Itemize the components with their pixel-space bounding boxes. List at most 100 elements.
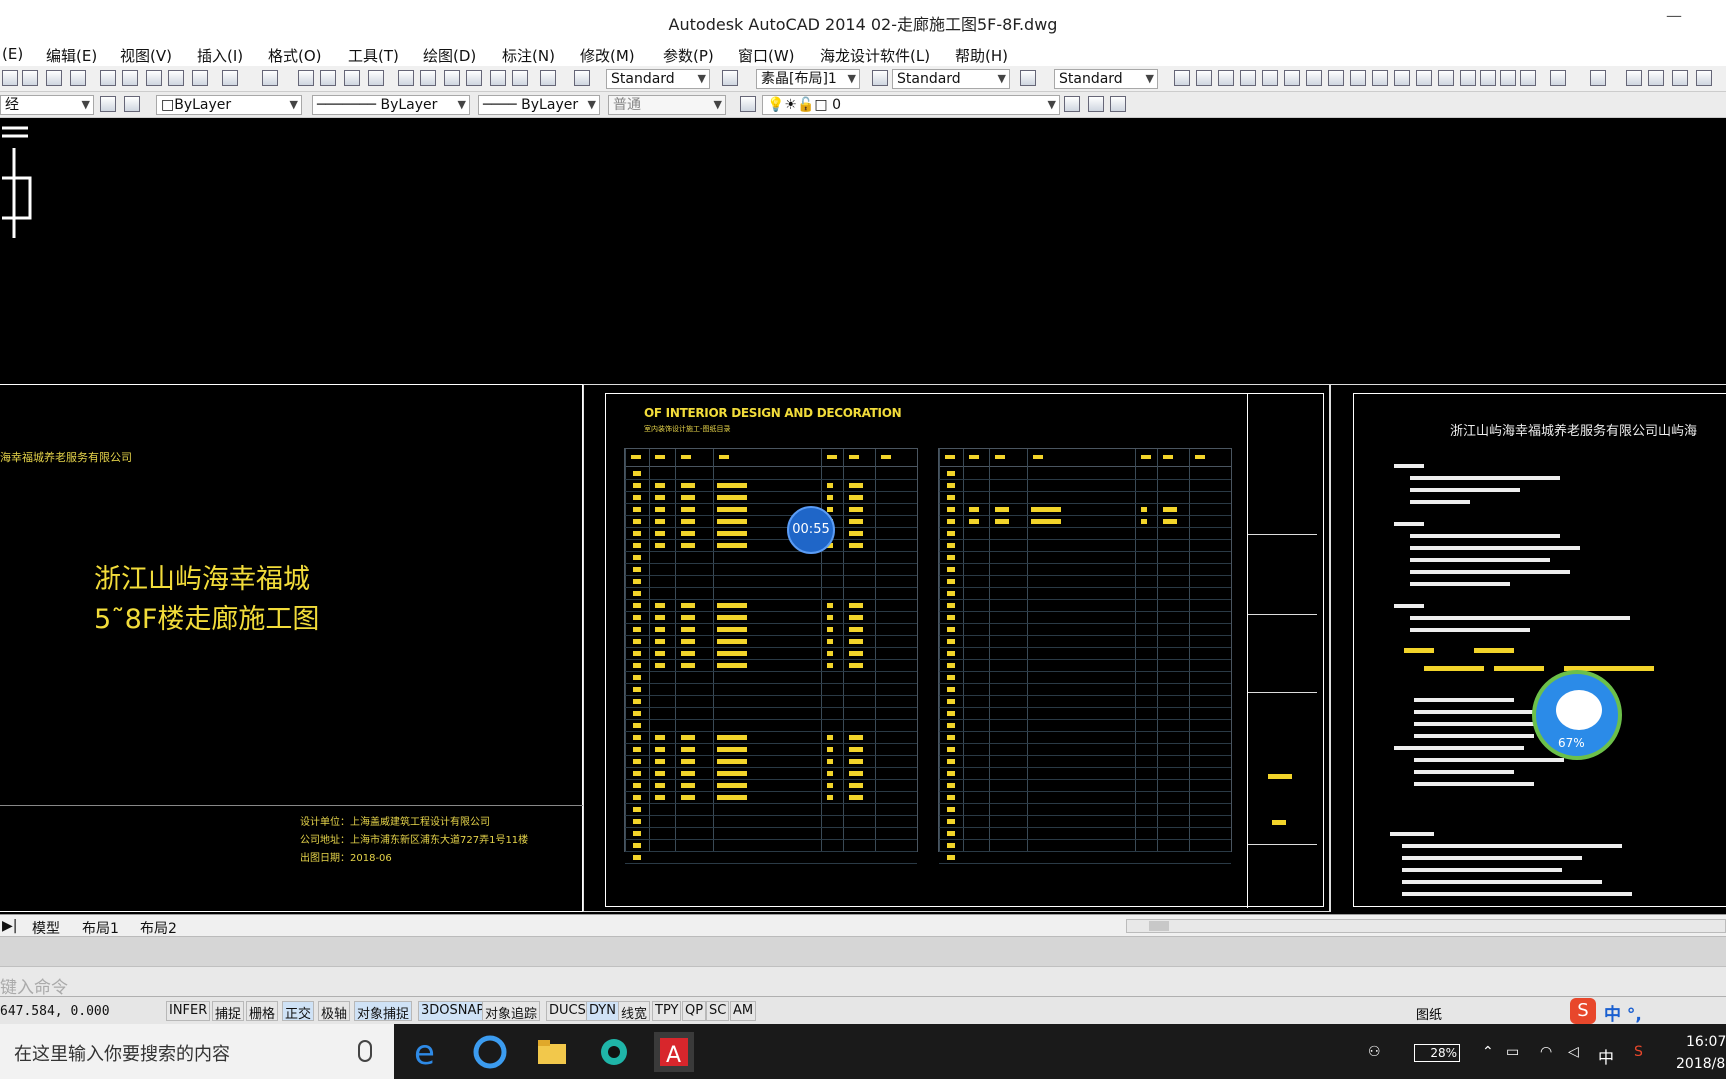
tool-o-icon[interactable] [1480, 70, 1496, 86]
pan-icon[interactable] [298, 70, 314, 86]
ime-mode[interactable]: 中 °, [1604, 1000, 1642, 1025]
clock-date[interactable]: 2018/8 [1676, 1056, 1725, 1072]
tool-r-icon[interactable] [1626, 70, 1642, 86]
file-explorer-icon[interactable] [532, 1032, 572, 1072]
status-toggle-5[interactable]: 对象捕捉 [354, 1001, 413, 1022]
recording-timer[interactable]: 00:55 [787, 506, 835, 554]
workspace-select[interactable]: 经 ▼ [0, 95, 94, 115]
chevron-up-icon[interactable]: ⌃ [1482, 1044, 1500, 1060]
make-current-icon[interactable] [1064, 96, 1080, 112]
plot-icon[interactable] [46, 70, 62, 86]
lineweight-select[interactable]: ──── ByLayer ▼ [478, 95, 600, 115]
menu-hailong[interactable]: 海龙设计软件(L) [820, 45, 930, 66]
menu-format[interactable]: 格式(O) [268, 45, 322, 66]
search-input[interactable]: 在这里输入你要搜索的内容 [14, 1040, 230, 1066]
publish-icon[interactable] [70, 70, 86, 86]
tab-model[interactable]: 模型 [32, 918, 60, 938]
minimize-icon[interactable]: — [1666, 6, 1686, 26]
properties-icon[interactable] [398, 70, 414, 86]
menu-tools[interactable]: 工具(T) [348, 45, 399, 66]
menu-insert[interactable]: 插入(I) [197, 45, 243, 66]
layer-state-icon[interactable] [1110, 96, 1126, 112]
gear-icon[interactable] [100, 96, 116, 112]
microphone-icon[interactable] [358, 1040, 372, 1062]
table-style-select[interactable]: Standard ▼ [1054, 69, 1158, 89]
status-toggle-4[interactable]: 极轴 [318, 1001, 351, 1022]
status-toggle-7[interactable]: 对象追踪 [482, 1001, 541, 1022]
paper-space-toggle[interactable]: 图纸 [1416, 1004, 1442, 1023]
status-toggle-10[interactable]: 线宽 [618, 1001, 651, 1022]
preview-icon[interactable] [22, 70, 38, 86]
sogou-s-icon[interactable]: S [1570, 998, 1596, 1024]
menu-window[interactable]: 窗口(W) [738, 45, 795, 66]
tool-j-icon[interactable] [1372, 70, 1388, 86]
command-input[interactable]: 键入命令 [0, 973, 68, 998]
tool-i-icon[interactable] [1350, 70, 1366, 86]
tool-q-icon[interactable] [1520, 70, 1536, 86]
status-toggle-14[interactable]: AM [730, 1001, 757, 1021]
tool-c-icon[interactable] [1218, 70, 1234, 86]
sheet-set-icon[interactable] [466, 70, 482, 86]
battery-indicator[interactable]: 28% [1414, 1044, 1460, 1062]
tab-layout2[interactable]: 布局2 [140, 918, 177, 938]
markup-icon[interactable] [490, 70, 506, 86]
status-toggle-6[interactable]: 3DOSNAP [418, 1001, 488, 1021]
horizontal-scrollbar[interactable] [1126, 919, 1726, 933]
status-toggle-2[interactable]: 栅格 [246, 1001, 279, 1022]
wifi-icon[interactable]: ◠ [1540, 1044, 1558, 1060]
status-toggle-0[interactable]: INFER [166, 1001, 211, 1021]
menu-view[interactable]: 视图(V) [120, 45, 172, 66]
tool-p-icon[interactable] [1500, 70, 1516, 86]
app-icon[interactable] [594, 1032, 634, 1072]
status-toggle-11[interactable]: TPY [652, 1001, 682, 1021]
help-icon[interactable] [540, 70, 556, 86]
status-toggle-8[interactable]: DUCS [546, 1001, 589, 1021]
zoom-previous-icon[interactable] [368, 70, 384, 86]
network-icon[interactable]: ▭ [1506, 1044, 1524, 1060]
status-toggle-12[interactable]: QP [682, 1001, 707, 1021]
drawing-canvas[interactable]: 海幸福城养老服务有限公司 浙江山屿海幸福城 5˜8F楼走廊施工图 设计单位：上海… [0, 118, 1726, 914]
zoom-all-icon[interactable] [1696, 70, 1712, 86]
taskbar-search[interactable]: 在这里输入你要搜索的内容 [0, 1024, 394, 1079]
layer-previous-icon[interactable] [1088, 96, 1104, 112]
status-toggle-9[interactable]: DYN [586, 1001, 619, 1021]
people-icon[interactable]: ⚇ [1368, 1044, 1386, 1060]
tool-h-icon[interactable] [1328, 70, 1344, 86]
tool-m-icon[interactable] [1438, 70, 1454, 86]
qq-browser-icon[interactable] [470, 1032, 510, 1072]
design-center-icon[interactable] [420, 70, 436, 86]
autocad-icon[interactable]: A [654, 1032, 694, 1072]
volume-icon[interactable]: ◁ [1568, 1044, 1586, 1060]
menu-draw[interactable]: 绘图(D) [423, 45, 476, 66]
tool-d-icon[interactable] [1240, 70, 1256, 86]
undo2-icon[interactable] [1550, 70, 1566, 86]
layout-select[interactable]: 素晶[布局]1 ▼ [756, 69, 860, 89]
menu-dimension[interactable]: 标注(N) [502, 45, 555, 66]
command-line[interactable]: 键入命令 [0, 966, 1726, 998]
workspace-icon[interactable] [124, 96, 140, 112]
menu-edit-partial[interactable]: (E) [2, 45, 23, 63]
tool-g-icon[interactable] [1306, 70, 1322, 86]
tool-a-icon[interactable] [1174, 70, 1190, 86]
sogou-tray-icon[interactable]: S [1634, 1044, 1652, 1060]
tool-b-icon[interactable] [1196, 70, 1212, 86]
paste-icon[interactable] [146, 70, 162, 86]
tab-layout1[interactable]: 布局1 [82, 918, 119, 938]
menu-edit[interactable]: 编辑(E) [46, 45, 97, 66]
tool-l-icon[interactable] [1416, 70, 1432, 86]
zoom-icon[interactable] [1648, 70, 1664, 86]
menu-help[interactable]: 帮助(H) [955, 45, 1008, 66]
plotstyle-select[interactable]: 普通 ▼ [608, 95, 726, 115]
redo2-icon[interactable] [1590, 70, 1606, 86]
undo-icon[interactable] [222, 70, 238, 86]
copy-icon[interactable] [122, 70, 138, 86]
color-select[interactable]: □ByLayer ▼ [156, 95, 302, 115]
menu-modify[interactable]: 修改(M) [580, 45, 635, 66]
zoom-window-icon[interactable] [344, 70, 360, 86]
tool-k-icon[interactable] [1394, 70, 1410, 86]
cut-icon[interactable] [100, 70, 116, 86]
zoom-ext-icon[interactable] [1672, 70, 1688, 86]
tab-nav-icon[interactable]: ▶| [2, 918, 17, 934]
tool-palettes-icon[interactable] [444, 70, 460, 86]
clock-time[interactable]: 16:07 [1686, 1034, 1726, 1050]
